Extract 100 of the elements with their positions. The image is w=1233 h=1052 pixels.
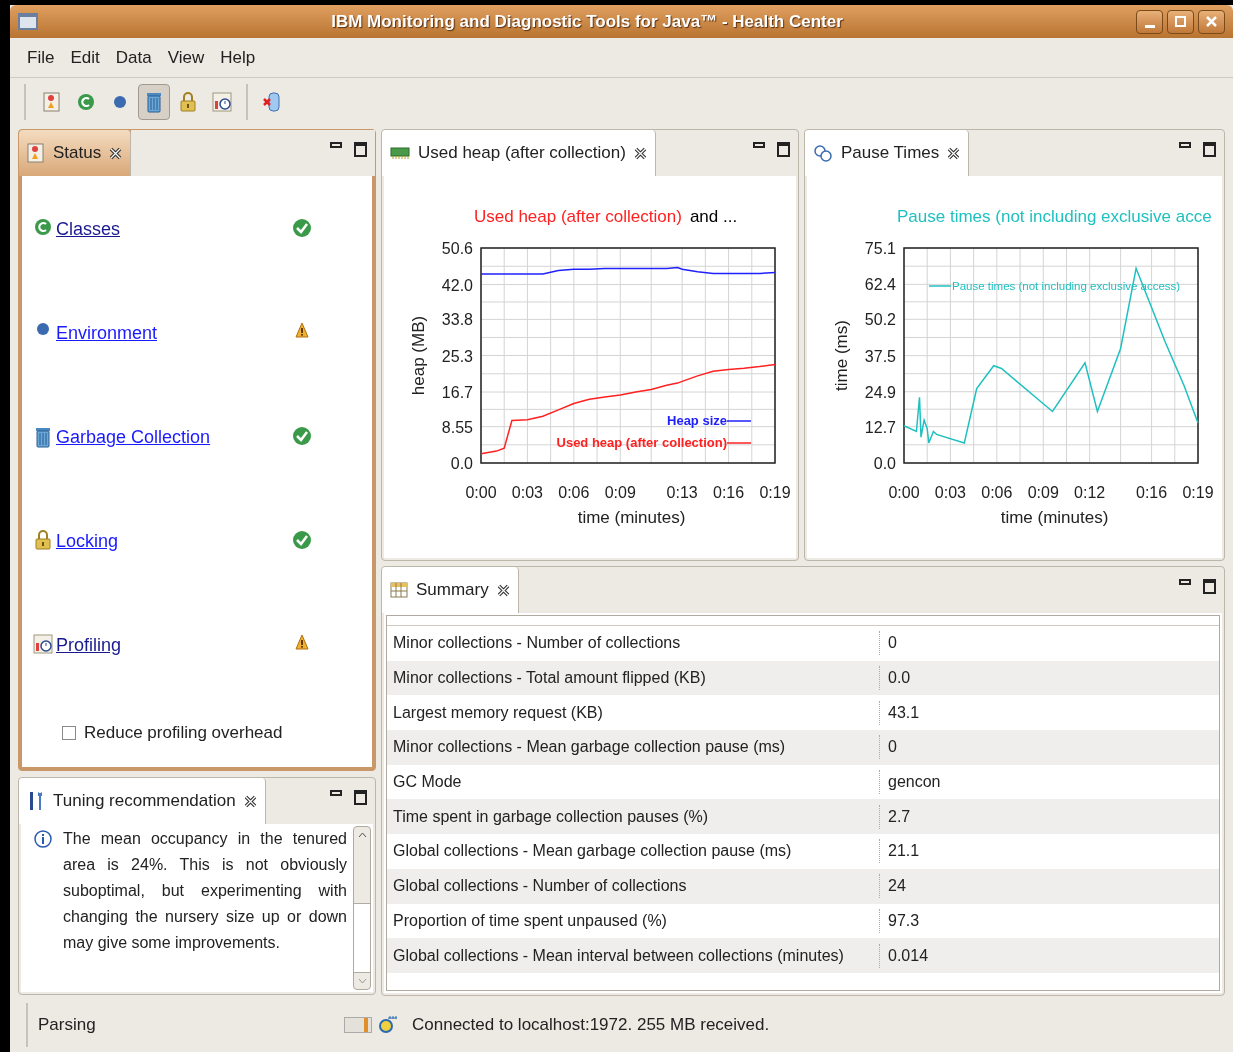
status-link[interactable]: Profiling: [56, 635, 122, 655]
tick-label: 50.2: [864, 311, 896, 329]
class-icon: [77, 93, 95, 111]
minimize-icon[interactable]: [1179, 142, 1191, 148]
table-cell: Global collections - Number of collections: [387, 874, 880, 899]
dot-icon: [36, 322, 50, 336]
minimize-icon[interactable]: [753, 142, 765, 148]
chart-title: Pause times (not including exclusive acce: [897, 206, 1212, 228]
tick-label: 0:19: [1182, 484, 1214, 501]
table-cell: Proportion of time spent unpaused (%): [387, 908, 880, 933]
tick-label: 0:13: [666, 484, 698, 501]
tick-label: 33.8: [441, 311, 473, 329]
chart-stopwatch-icon: [33, 634, 53, 654]
table-cell-text: 21.1: [887, 841, 921, 862]
chart-stopwatch-icon: [212, 92, 232, 112]
menu-item[interactable]: Help: [219, 44, 257, 71]
status-text: Parsing: [38, 1014, 97, 1037]
maximize-icon[interactable]: [777, 142, 790, 157]
scrollbar[interactable]: [353, 826, 371, 990]
minimize-icon[interactable]: [1179, 579, 1191, 585]
table-cell: Time spent in garbage collection pauses (%): [387, 804, 880, 829]
tools-icon: [27, 791, 45, 811]
report-icon: [27, 143, 45, 163]
report-icon: [43, 92, 61, 112]
maximize-icon[interactable]: [354, 142, 367, 157]
maximize-button[interactable]: [1167, 9, 1194, 34]
table-cell: Largest memory request (KB): [387, 700, 880, 725]
close-icon[interactable]: [243, 794, 257, 808]
close-icon[interactable]: [109, 146, 123, 160]
status-message: Connected to localhost:1972. 255 MB received.: [412, 1014, 770, 1037]
table-cell: Minor collections - Total amount flipped (KB): [387, 666, 880, 691]
close-icon[interactable]: [947, 146, 961, 160]
tick-label: 0:06: [558, 484, 590, 501]
maximize-icon[interactable]: [354, 790, 367, 805]
dot-icon: [113, 95, 127, 109]
padlock-icon: [35, 530, 51, 550]
tick-label: 50.6: [441, 240, 473, 257]
tick-label: 8.55: [441, 418, 473, 436]
tick-label: 25.3: [441, 347, 473, 365]
tick-label: 12.7: [864, 418, 896, 436]
table-cell-text: gencon: [887, 772, 942, 793]
tick-label: 0:00: [465, 484, 497, 501]
minimize-button[interactable]: [1136, 9, 1163, 34]
tick-label: 0:12: [1074, 484, 1106, 501]
tick-label: 16.7: [441, 384, 473, 402]
tick-label: 0:16: [1136, 484, 1168, 501]
table-cell: Minor collections - Mean garbage collection pause (ms): [387, 735, 880, 760]
table-cell: GC Mode: [387, 770, 880, 795]
close-icon[interactable]: [496, 583, 510, 597]
table-cell-text: 43.1: [887, 702, 921, 723]
padlock-icon: [180, 92, 196, 112]
table-cell-text: 24: [887, 876, 907, 897]
axis-title: time (minutes): [1000, 508, 1109, 527]
tick-label: 62.4: [864, 276, 896, 294]
table-cell-text: 0.0: [887, 668, 912, 689]
database-x-icon: [263, 91, 281, 113]
menu-item[interactable]: View: [166, 44, 206, 71]
menu-item[interactable]: File: [26, 44, 56, 71]
trash-icon: [146, 91, 162, 113]
class-icon: [34, 218, 52, 236]
checkbox-label: Reduce profiling overhead: [84, 722, 283, 744]
close-icon[interactable]: [633, 146, 647, 160]
menu-item[interactable]: Data: [114, 44, 153, 71]
tick-label: 0:00: [888, 484, 920, 501]
tick-label: 0:06: [981, 484, 1013, 501]
axis-title: time (ms): [832, 320, 851, 391]
toolbar-button[interactable]: [138, 84, 170, 120]
status-link[interactable]: Environment: [56, 323, 158, 343]
table-cell-text: 0: [887, 737, 898, 758]
window-menu-icon[interactable]: [18, 13, 38, 30]
table-cell-text: 0.014: [887, 945, 930, 966]
close-icon: [1206, 16, 1217, 27]
tick-label: 0.0: [450, 455, 473, 472]
chart-title: and ...: [689, 206, 738, 228]
trash-icon: [35, 426, 51, 448]
maximize-icon[interactable]: [1203, 579, 1216, 594]
checkbox[interactable]: [62, 725, 76, 740]
maximize-icon[interactable]: [1203, 142, 1216, 157]
close-button[interactable]: [1198, 9, 1225, 34]
window-title: IBM Monitoring and Diagnostic Tools for Java™ - Health Center: [330, 10, 844, 33]
table-icon: [390, 582, 408, 598]
status-link[interactable]: Classes: [56, 219, 121, 239]
minimize-icon[interactable]: [330, 790, 342, 796]
scroll-up-icon[interactable]: [357, 832, 367, 838]
legend-line: [726, 420, 752, 422]
chart-title: Used heap (after collection): [474, 206, 682, 228]
tick-label: 75.1: [864, 240, 896, 257]
status-link[interactable]: Garbage Collection: [56, 427, 211, 447]
tick-label: 24.9: [864, 383, 896, 401]
progress-icon: [344, 1017, 372, 1033]
axis-title: time (minutes): [577, 508, 686, 527]
minimize-icon[interactable]: [330, 142, 342, 148]
table-cell: Global collections - Mean garbage collection pause (ms): [387, 839, 880, 864]
legend-label: Heap size: [667, 413, 727, 428]
info-icon: [33, 829, 53, 849]
table-cell-text: 2.7: [887, 806, 912, 827]
status-link[interactable]: Locking: [56, 531, 119, 551]
table-cell-text: 97.3: [887, 910, 921, 931]
tick-label: 37.5: [864, 347, 896, 365]
menu-item[interactable]: Edit: [69, 44, 101, 71]
